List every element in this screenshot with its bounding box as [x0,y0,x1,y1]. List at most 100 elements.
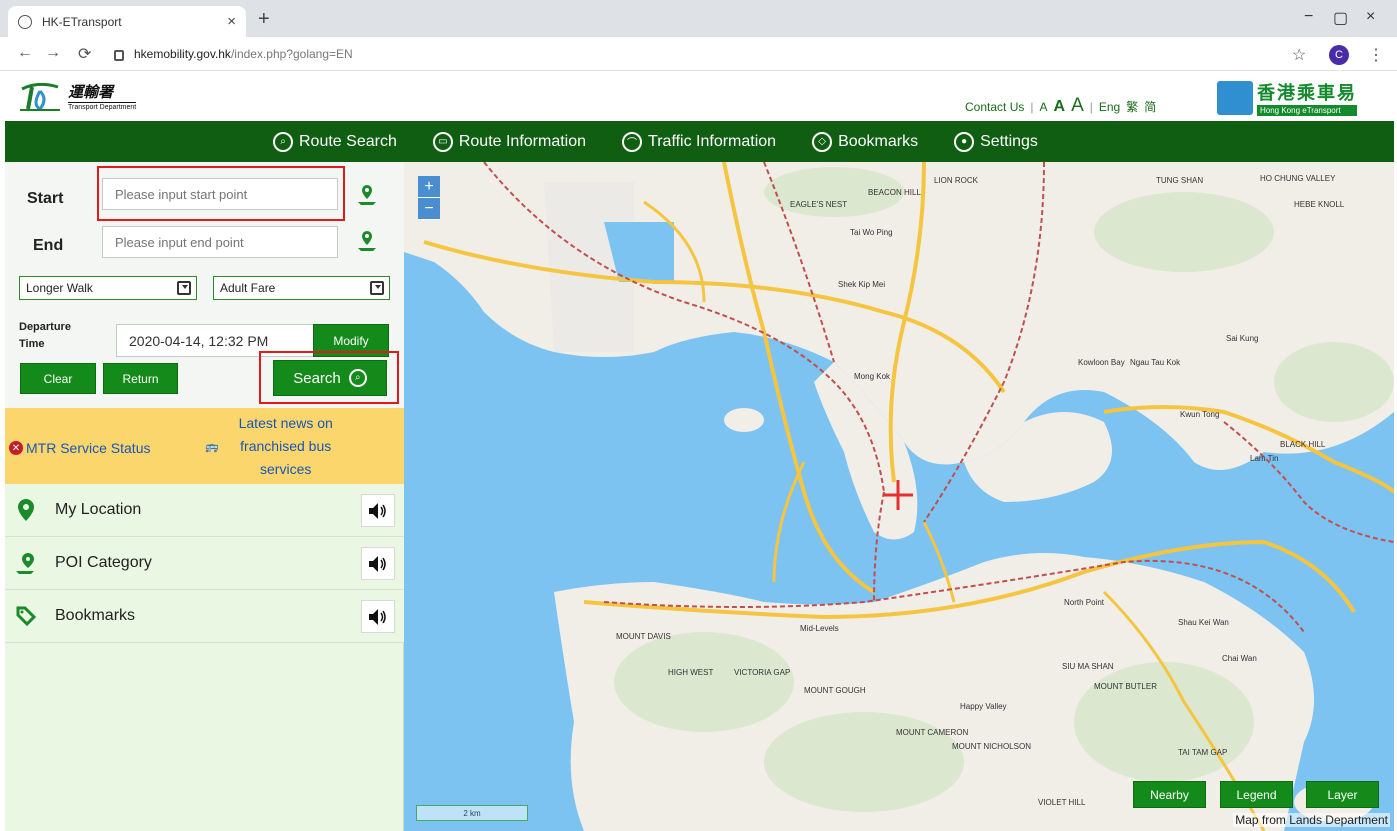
globe-icon [18,14,32,29]
walk-preference-select[interactable]: Longer Walk [19,276,197,300]
reload-icon[interactable]: ⟳ [78,44,91,64]
list-item-poi-category[interactable]: POI Category [5,537,404,590]
scale-bar: 2 km [416,805,528,821]
gear-icon: ● [954,131,975,152]
map-label: MOUNT NICHOLSON [952,742,1031,751]
end-input[interactable] [102,226,338,258]
layer-button[interactable]: Layer [1306,781,1379,808]
map-label: Lam Tin [1250,454,1279,463]
transport-department-logo[interactable]: 運輸署 Transport Department [18,79,137,113]
menu-icon[interactable]: ⋮ [1368,45,1384,65]
map-label: Shau Kei Wan [1178,618,1229,627]
clear-button[interactable]: Clear [20,363,96,394]
bus-news-line2: franchised bus [240,438,332,454]
nav-route-search[interactable]: ⌕ Route Search [273,131,397,152]
nav-bookmarks[interactable]: ◇ Bookmarks [812,131,919,152]
site-header: 運輸署 Transport Department Contact Us | A … [0,71,1397,121]
new-tab-button[interactable]: + [258,8,270,31]
url-field[interactable]: hkemobility.gov.hk/index.php?golang=EN [114,42,1284,66]
list-item-my-location[interactable]: My Location [5,484,404,537]
start-label: Start [27,190,64,207]
map-label: Happy Valley [960,702,1007,711]
map-label: TUNG SHAN [1156,176,1204,185]
etransport-logo-english: Hong Kong eTransport [1257,105,1357,116]
etransport-logo-chinese: 香港乘車易 [1257,83,1357,104]
etransport-logo[interactable]: 香港乘車易 Hong Kong eTransport [1217,79,1357,116]
return-button[interactable]: Return [103,363,178,394]
tag-icon [11,605,41,627]
map-label: Sai Kung [1226,334,1259,343]
end-pin-button[interactable] [352,226,382,254]
search-button-highlight [259,351,399,404]
td-logo-english: Transport Department [68,102,137,111]
nav-label: Bookmarks [838,132,919,150]
map-label: MOUNT CAMERON [896,728,969,737]
nearby-button[interactable]: Nearby [1133,781,1206,808]
map-label: BEACON HILL [868,188,921,197]
search-icon: ⌕ [273,131,293,152]
start-input-highlight [97,166,345,221]
alert-x-icon: ✕ [9,441,23,455]
map-label: North Point [1064,598,1105,607]
etransport-emblem-icon [1217,80,1253,115]
bus-icon: ▭ [432,131,453,152]
maximize-button[interactable]: ▢ [1333,8,1348,28]
nav-label: Route Information [458,132,587,150]
lang-simplified-link[interactable]: 简 [1144,98,1156,115]
nav-route-information[interactable]: ▭ Route Information [432,131,587,152]
map-label: EAGLE'S NEST [790,200,848,209]
bookmark-star-icon[interactable]: ☆ [1292,45,1306,65]
list-item-bookmarks[interactable]: Bookmarks [5,590,404,643]
td-logo-chinese: 運輸署 [68,83,114,101]
zoom-out-button[interactable]: − [418,198,440,220]
select-value: Adult Fare [220,281,276,295]
browser-tab[interactable]: HK-ETransport × [8,6,246,37]
contact-us-link[interactable]: Contact Us [965,100,1024,114]
nav-traffic-information[interactable]: ⌒ Traffic Information [622,131,776,152]
map-label: HIGH WEST [668,668,714,677]
map-credit: Map from Lands Department [1233,813,1390,827]
lang-english-link[interactable]: Eng [1099,100,1120,114]
window-close-button[interactable]: × [1366,8,1375,26]
speaker-icon[interactable] [361,600,395,633]
map-marker-icon [11,498,41,522]
back-icon[interactable]: ← [17,44,33,62]
main-nav: ⌕ Route Search ▭ Route Information ⌒ Tra… [5,121,1394,162]
nav-label: Route Search [299,132,397,150]
bookmark-icon: ◇ [812,131,833,152]
font-size-medium-link[interactable]: A [1054,98,1066,116]
map-label: TAI TAM GAP [1178,748,1228,757]
nav-settings[interactable]: ● Settings [954,131,1038,152]
font-size-small-link[interactable]: A [1039,100,1047,114]
url-path: /index.php?golang=EN [230,47,353,61]
font-size-large-link[interactable]: A [1071,95,1084,117]
legend-button[interactable]: Legend [1220,781,1293,808]
url-host: hkemobility.gov.hk [134,47,231,61]
bus-news-link[interactable]: 🚌 Latest news on franchised bus services [205,412,351,481]
browser-tabbar: HK-ETransport × + − ▢ × [0,0,1397,37]
minimize-button[interactable]: − [1304,8,1313,26]
departure-label-line2: Time [19,338,45,350]
separator: | [1030,100,1034,114]
profile-avatar[interactable]: C [1329,45,1349,65]
chevron-down-icon [370,281,384,295]
speaker-icon[interactable] [361,547,395,580]
map-label: Tai Wo Ping [850,228,893,237]
zoom-in-button[interactable]: + [418,176,440,198]
map-label: Mid-Levels [800,624,839,633]
map-label: BLACK HILL [1280,440,1326,449]
bus-icon: 🚌 [205,441,219,453]
map-view[interactable]: LION ROCK TUNG SHAN HO CHUNG VALLEY HEBE… [404,162,1394,831]
forward-icon[interactable]: → [45,44,61,62]
mtr-service-status-link[interactable]: ✕ MTR Service Status [9,440,150,456]
select-value: Longer Walk [26,281,93,295]
fare-type-select[interactable]: Adult Fare [213,276,390,300]
nav-label: Settings [980,132,1038,150]
lang-traditional-link[interactable]: 繁 [1126,98,1138,115]
tab-close-button[interactable]: × [227,13,236,30]
map-label: Shek Kip Mei [838,280,886,289]
map-label: Kowloon Bay [1078,358,1125,367]
map-label: HO CHUNG VALLEY [1260,174,1336,183]
speaker-icon[interactable] [361,494,395,527]
start-pin-button[interactable] [352,180,382,208]
